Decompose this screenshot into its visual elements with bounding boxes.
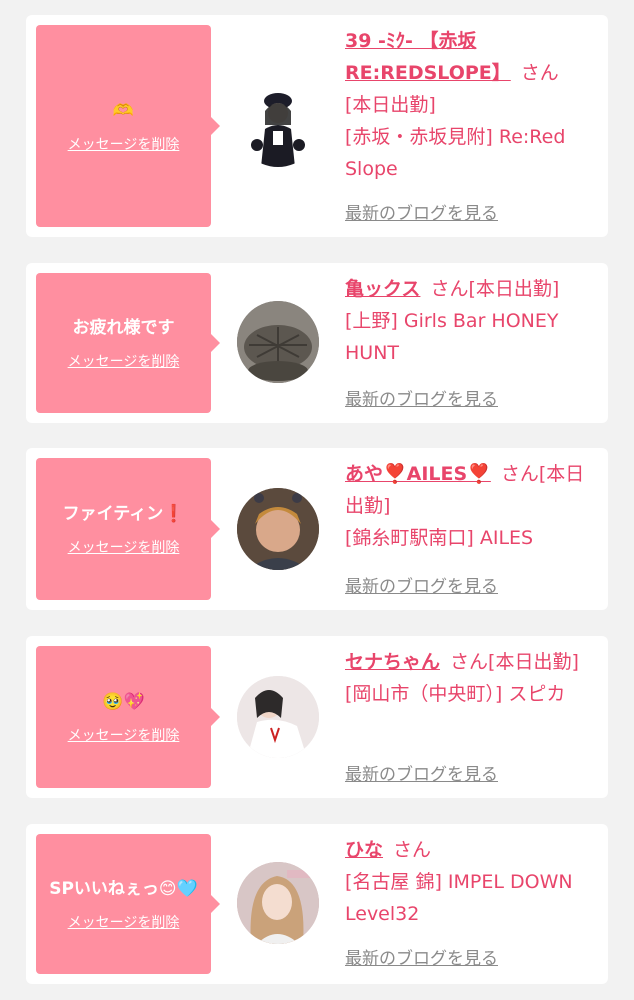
message-bubble: SPいいねぇっ😊🩵 メッセージを削除 [36,834,220,974]
message-text: SPいいねぇっ😊🩵 [49,879,198,899]
message-bubble: 🥹💖 メッセージを削除 [36,646,220,788]
honorific: さん [430,278,469,300]
message-text: 🫶 [112,101,135,121]
message-bubble: お疲れ様です メッセージを削除 [36,273,220,413]
delete-message-link[interactable]: メッセージを削除 [68,134,180,154]
shop-info: [上野] Girls Bar HONEY HUNT [345,310,559,364]
avatar-image [237,301,319,383]
message-text: 🥹💖 [102,692,145,712]
avatar[interactable] [237,676,319,758]
attendance-status: [本日出勤] [468,278,560,300]
avatar[interactable] [237,862,319,944]
shop-info: [名古屋 錦] IMPEL DOWN Level32 [345,871,573,925]
delete-message-link[interactable]: メッセージを削除 [68,912,180,932]
message-bubble: 🫶 メッセージを削除 [36,25,220,227]
latest-blog-link[interactable]: 最新のブログを見る [345,760,498,785]
honorific: さん [500,463,539,485]
latest-blog-link[interactable]: 最新のブログを見る [345,199,498,224]
avatar[interactable] [237,488,319,570]
latest-blog-link[interactable]: 最新のブログを見る [345,385,498,410]
avatar-image [237,676,319,758]
avatar-image [237,488,319,570]
message-text: お疲れ様です [72,318,175,338]
message-list: 🫶 メッセージを削除 39 -ﾐｸ- 【赤坂 RE:REDSLOPE】 さん [本… [0,0,634,1000]
avatar-image [237,862,319,944]
message-card: お疲れ様です メッセージを削除 亀ックス さん[本日出勤] [上野] Girls … [26,263,608,423]
card-info: セナちゃん さん[本日出勤] [岡山市（中央町）] スピカ [345,646,600,710]
message-card: SPいいねぇっ😊🩵 メッセージを削除 ひな さん [名古屋 錦] IMPEL DO… [26,824,608,984]
card-info: 亀ックス さん[本日出勤] [上野] Girls Bar HONEY HUNT [345,273,600,369]
cast-name-link[interactable]: 39 -ﾐｸ- 【赤坂 RE:REDSLOPE】 [345,30,511,84]
avatar-image [251,93,305,167]
message-card: 🥹💖 メッセージを削除 セナちゃん さん[本日出勤] [岡山市（中央町）] スピカ… [26,636,608,798]
attendance-status: [本日出勤] [345,94,436,116]
message-text: ファイティン❗ [62,504,185,524]
honorific: さん [520,62,559,84]
message-card: ファイティン❗ メッセージを削除 あや❣️AILES❣️ さん[本日出勤] [錦糸… [26,448,608,610]
honorific: さん [393,839,432,861]
avatar[interactable] [237,85,319,167]
cast-name-link[interactable]: ひな [345,839,383,861]
avatar[interactable] [237,301,319,383]
attendance-status: [本日出勤] [488,651,579,673]
latest-blog-link[interactable]: 最新のブログを見る [345,944,498,969]
cast-name-link[interactable]: セナちゃん [345,651,440,673]
message-bubble: ファイティン❗ メッセージを削除 [36,458,220,600]
cast-name-link[interactable]: あや❣️AILES❣️ [345,463,491,485]
card-info: あや❣️AILES❣️ さん[本日出勤] [錦糸町駅南口] AILES [345,458,600,554]
delete-message-link[interactable]: メッセージを削除 [68,725,180,745]
cast-name-link[interactable]: 亀ックス [345,278,420,300]
honorific: さん [450,651,489,673]
card-info: 39 -ﾐｸ- 【赤坂 RE:REDSLOPE】 さん [本日出勤] [赤坂・赤坂… [345,25,600,185]
shop-info: [岡山市（中央町）] スピカ [345,683,566,705]
message-card: 🫶 メッセージを削除 39 -ﾐｸ- 【赤坂 RE:REDSLOPE】 さん [本… [26,15,608,237]
card-info: ひな さん [名古屋 錦] IMPEL DOWN Level32 [345,834,600,930]
delete-message-link[interactable]: メッセージを削除 [68,351,180,371]
shop-info: [錦糸町駅南口] AILES [345,527,534,549]
delete-message-link[interactable]: メッセージを削除 [68,537,180,557]
shop-info: [赤坂・赤坂見附] Re:Red Slope [345,126,566,180]
latest-blog-link[interactable]: 最新のブログを見る [345,572,498,597]
